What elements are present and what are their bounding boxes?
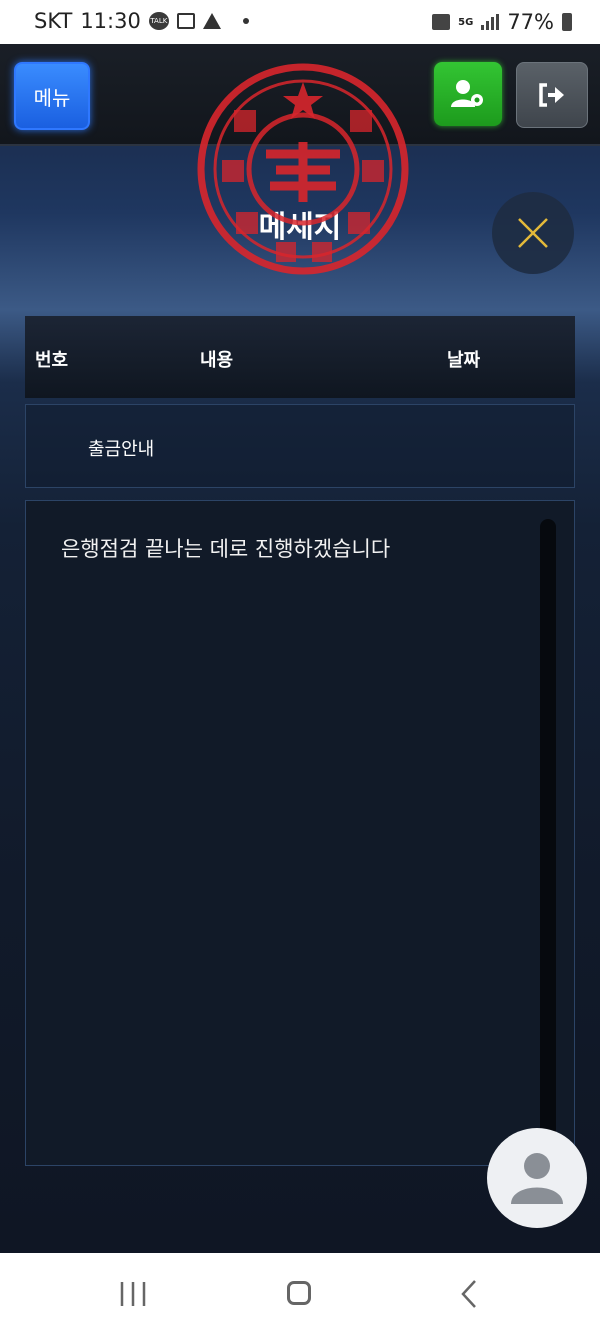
app-screen: 메뉴 메세지 번호 내용 날짜 출금안내 은행점검 끝나는 데로 진행하겠습니다	[0, 44, 600, 1253]
person-icon	[511, 1153, 563, 1204]
user-settings-button[interactable]	[434, 62, 502, 126]
column-header-content: 내용	[200, 350, 234, 371]
table-row[interactable]: 출금안내	[25, 404, 575, 488]
close-button[interactable]	[492, 192, 574, 274]
talk-icon-label: TALK	[150, 17, 168, 25]
status-bar: SKT 11:30 TALK 5G 77%	[0, 0, 600, 44]
menu-button-label: 메뉴	[33, 85, 71, 110]
warning-icon	[202, 13, 221, 29]
message-body: 은행점검 끝나는 데로 진행하겠습니다	[61, 537, 391, 561]
table-header: 번호 내용 날짜	[25, 316, 575, 398]
network-type: 5G	[458, 16, 474, 28]
battery-percent: 77%	[507, 10, 554, 34]
mute-icon	[432, 14, 451, 30]
status-left: SKT 11:30 TALK	[34, 9, 249, 33]
message-content-box: 은행점검 끝나는 데로 진행하겠습니다	[25, 500, 575, 1166]
recent-apps-icon[interactable]	[119, 1281, 147, 1307]
column-header-number: 번호	[35, 350, 69, 371]
more-notifications-dot-icon	[242, 18, 249, 24]
menu-button[interactable]: 메뉴	[14, 62, 90, 130]
logout-button[interactable]	[516, 62, 588, 128]
message-scrollbar[interactable]	[540, 519, 556, 1145]
support-chat-button[interactable]	[487, 1128, 587, 1228]
home-icon[interactable]	[287, 1281, 311, 1305]
logout-icon	[539, 83, 564, 107]
gallery-icon	[176, 13, 195, 29]
watermark-seal-stamp	[197, 63, 409, 275]
carrier-label: SKT	[34, 9, 73, 33]
clock: 11:30	[80, 9, 141, 33]
status-right: 5G 77%	[432, 10, 572, 34]
close-icon	[518, 218, 548, 248]
signal-icon	[481, 14, 500, 30]
system-nav-bar	[0, 1253, 600, 1333]
column-header-date: 날짜	[447, 350, 481, 371]
user-settings-icon	[451, 80, 483, 107]
row-title: 출금안내	[88, 439, 155, 460]
battery-icon	[562, 13, 572, 31]
kakaotalk-icon: TALK	[148, 12, 169, 30]
back-icon[interactable]	[459, 1279, 479, 1309]
